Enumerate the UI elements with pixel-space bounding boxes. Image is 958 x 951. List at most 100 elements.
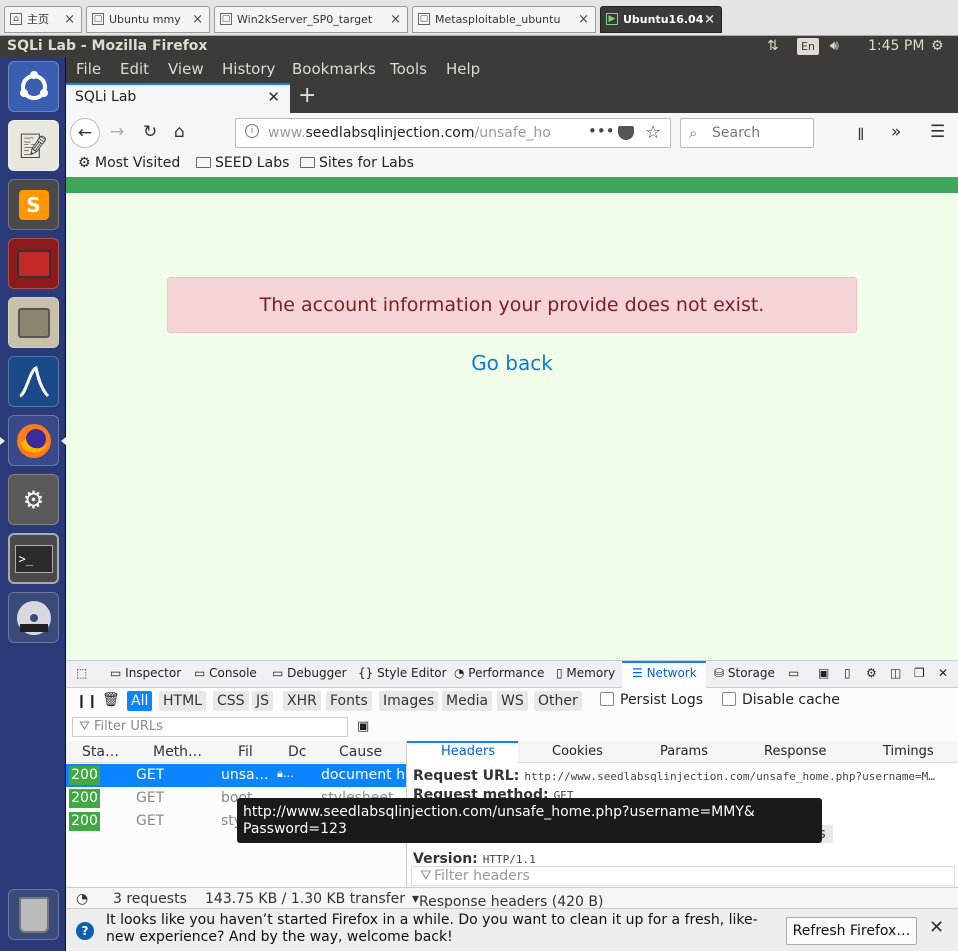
new-tab-button[interactable]: +: [298, 83, 316, 108]
menu-help[interactable]: Help: [446, 57, 480, 81]
tool-storage[interactable]: ⛁ Storage: [714, 666, 775, 680]
performance-analysis-icon[interactable]: ◔: [76, 891, 88, 907]
menu-view[interactable]: View: [168, 57, 204, 81]
home-button[interactable]: ⌂: [174, 122, 185, 142]
network-transfer-icon[interactable]: ⇅: [767, 36, 779, 57]
vm-tab-home[interactable]: ⌂ 主页 ×: [4, 6, 82, 33]
hamburger-menu-icon[interactable]: ☰: [930, 122, 945, 142]
firefox-icon[interactable]: [8, 415, 59, 466]
table-row[interactable]: 200 GET unsa… 🔒︎… document h: [66, 764, 406, 787]
browser-tab[interactable]: SQLi Lab ✕: [66, 83, 290, 113]
tool-inspector[interactable]: ▭ Inspector: [110, 666, 181, 680]
library-icon[interactable]: 𝍪: [858, 122, 864, 151]
page-actions-button[interactable]: •••: [588, 122, 615, 140]
file-manager-icon[interactable]: [8, 297, 59, 348]
close-icon[interactable]: ×: [390, 7, 401, 32]
menu-edit[interactable]: Edit: [120, 57, 149, 81]
tab-response[interactable]: Response: [764, 744, 826, 759]
tab-cookies[interactable]: Cookies: [552, 744, 603, 759]
col-file[interactable]: Fil: [238, 744, 253, 760]
tool-console[interactable]: ▭ Console: [194, 666, 257, 680]
pick-element-icon[interactable]: ⬚: [76, 666, 87, 680]
volume-icon[interactable]: 🔊︎: [830, 36, 839, 57]
tab-timings[interactable]: Timings: [883, 744, 934, 759]
vm-tab-ubuntu-mmy[interactable]: ▢ Ubuntu mmy ×: [86, 6, 210, 33]
device-icon[interactable]: ▯: [844, 666, 851, 680]
clock[interactable]: 1:45 PM: [868, 36, 924, 57]
keyboard-language-indicator[interactable]: En: [797, 38, 819, 55]
menu-bookmarks[interactable]: Bookmarks: [292, 57, 376, 81]
overflow-chevron-icon[interactable]: »: [891, 122, 901, 142]
tool-style-editor[interactable]: {} Style Editor: [358, 666, 447, 680]
system-settings-icon[interactable]: ⚙: [8, 474, 59, 525]
close-notification-icon[interactable]: ✕: [929, 917, 944, 938]
close-devtools-icon[interactable]: ✕: [938, 666, 948, 680]
bookmark-seed-labs[interactable]: SEED Labs: [196, 155, 289, 171]
terminal-red-icon[interactable]: [8, 238, 59, 289]
close-icon[interactable]: ×: [64, 7, 75, 32]
filter-headers-input[interactable]: ⛛ Filter headers: [411, 866, 955, 886]
site-info-icon[interactable]: i: [245, 124, 259, 138]
bookmark-star-icon[interactable]: ☆: [645, 122, 661, 143]
close-icon[interactable]: ×: [578, 7, 589, 32]
filter-ws[interactable]: WS: [497, 691, 528, 711]
menu-tools[interactable]: Tools: [390, 57, 427, 81]
filter-css[interactable]: CSS: [213, 691, 249, 711]
filter-other[interactable]: Other: [534, 691, 582, 711]
close-tab-icon[interactable]: ✕: [267, 88, 280, 106]
pocket-icon[interactable]: [618, 126, 634, 140]
filter-images[interactable]: Images: [379, 691, 439, 711]
menu-history[interactable]: History: [222, 57, 275, 81]
url-bar[interactable]: i www.seedlabsqlinjection.com/unsafe_ho …: [235, 118, 671, 148]
refresh-firefox-button[interactable]: Refresh Firefox…: [786, 917, 917, 945]
col-domain[interactable]: Dc: [288, 744, 306, 760]
vm-tab-win2k[interactable]: ▢ Win2kServer_SP0_target ×: [214, 6, 408, 33]
persist-logs-checkbox[interactable]: Persist Logs: [600, 692, 703, 708]
filter-all[interactable]: All: [127, 691, 153, 711]
forward-button[interactable]: →: [110, 122, 124, 142]
col-method[interactable]: Meth…: [153, 744, 202, 760]
back-button[interactable]: ←: [70, 118, 100, 148]
tool-memory[interactable]: ▯ Memory: [556, 666, 615, 680]
vm-tab-metasploitable[interactable]: ▢ Metasploitable_ubuntu ×: [412, 6, 596, 33]
response-headers-toggle[interactable]: ▾ Response headers (420 B): [412, 891, 604, 910]
vm-tab-ubuntu1604[interactable]: ▶ Ubuntu16.04 ×: [600, 6, 722, 33]
col-cause[interactable]: Cause: [339, 744, 382, 760]
filter-media[interactable]: Media: [442, 691, 493, 711]
sublime-text-icon[interactable]: S: [8, 179, 59, 230]
toggle-sidebar-icon[interactable]: ▣: [357, 719, 369, 734]
pause-icon[interactable]: ❙❙: [76, 694, 98, 709]
bookmark-sites-for-labs[interactable]: Sites for Labs: [300, 155, 414, 171]
tab-headers[interactable]: Headers: [441, 744, 495, 759]
filter-js[interactable]: JS: [252, 691, 274, 711]
devtools-settings-icon[interactable]: ⚙: [866, 666, 877, 680]
dock-side-icon[interactable]: ◫: [890, 666, 901, 680]
filter-urls-input[interactable]: ⛛ Filter URLs: [72, 717, 348, 737]
terminal-icon[interactable]: >_: [8, 533, 59, 584]
go-back-link[interactable]: Go back: [66, 351, 958, 375]
settings-gear-icon[interactable]: ⚙: [931, 36, 944, 57]
undock-icon[interactable]: ❐: [914, 666, 925, 680]
menu-file[interactable]: File: [76, 57, 101, 81]
ubuntu-dash-icon[interactable]: [8, 61, 59, 112]
tool-network[interactable]: ☰ Network: [632, 666, 697, 680]
tool-debugger[interactable]: ▭ Debugger: [272, 666, 347, 680]
filter-html[interactable]: HTML: [159, 691, 206, 711]
trash-icon[interactable]: [8, 889, 59, 940]
filter-fonts[interactable]: Fonts: [326, 691, 372, 711]
text-editor-icon[interactable]: 📝︎: [8, 120, 59, 171]
responsive-design-icon[interactable]: ▭: [788, 666, 799, 680]
bookmark-most-visited[interactable]: ⚙ Most Visited: [78, 155, 180, 171]
col-status[interactable]: Sta…: [82, 744, 119, 760]
url-text[interactable]: www.seedlabsqlinjection.com/unsafe_ho: [268, 125, 554, 141]
search-bar[interactable]: ⌕ Search: [680, 118, 814, 148]
tool-performance[interactable]: ◔ Performance: [454, 666, 544, 680]
close-icon[interactable]: ×: [192, 7, 203, 32]
close-icon[interactable]: ×: [704, 7, 715, 32]
disable-cache-checkbox[interactable]: Disable cache: [722, 692, 840, 708]
trash-clear-icon[interactable]: 🗑︎: [102, 692, 120, 708]
filter-xhr[interactable]: XHR: [283, 691, 321, 711]
wireshark-icon[interactable]: [8, 356, 59, 407]
tab-params[interactable]: Params: [660, 744, 708, 759]
split-console-icon[interactable]: ▣: [818, 666, 829, 680]
